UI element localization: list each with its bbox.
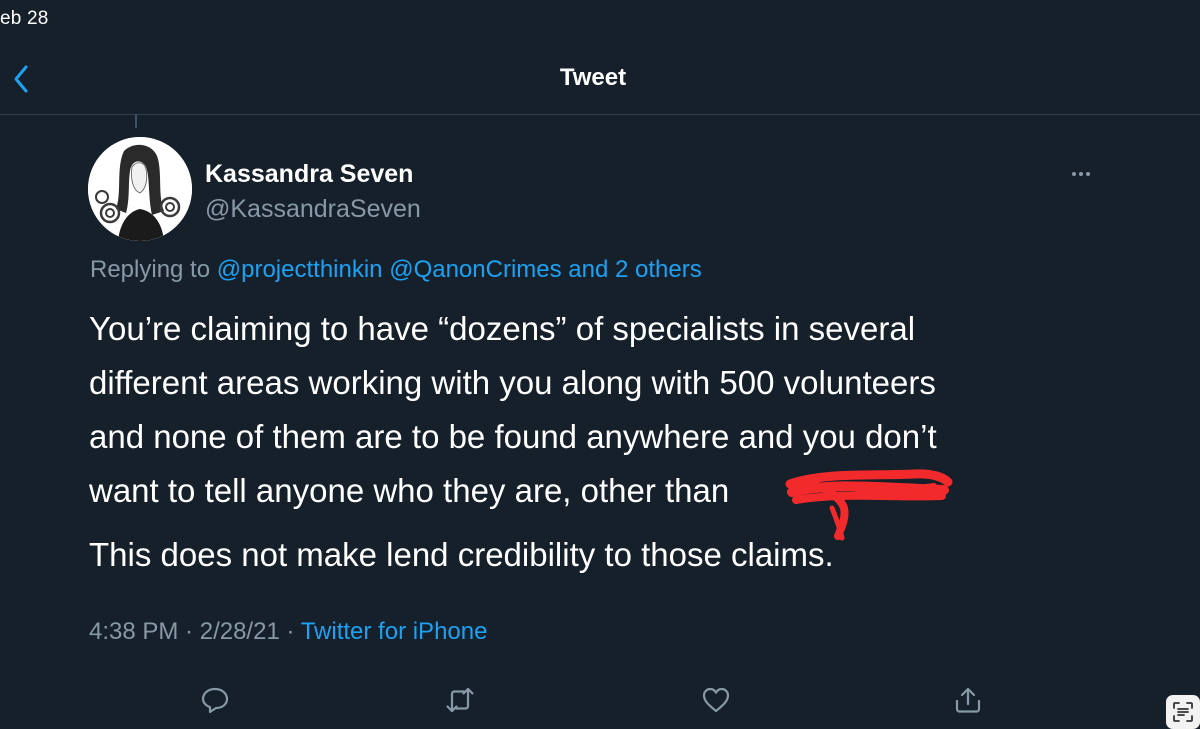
header-divider [0, 114, 1200, 115]
replying-to: Replying to @projectthinkin @QanonCrimes… [90, 256, 702, 284]
tweet-line: and none of them are to be found anywher… [89, 418, 937, 455]
tweet-actions [0, 676, 1200, 722]
tweet-source-link[interactable]: Twitter for iPhone [301, 618, 488, 645]
header: Tweet [0, 48, 1200, 114]
live-text-scan-button[interactable] [1166, 695, 1200, 729]
others-link[interactable]: 2 others [615, 256, 702, 283]
mention-link-2[interactable]: @QanonCrimes [389, 256, 561, 283]
illustrated-woman-avatar-icon [88, 137, 192, 241]
like-button[interactable] [696, 680, 736, 720]
meta-separator: · [279, 618, 301, 645]
dot [1079, 172, 1083, 176]
tweet-line: You’re claiming to have “dozens” of spec… [89, 310, 916, 347]
conjunction: and [561, 256, 616, 283]
tweet-meta: 4:38 PM · 2/28/21 · Twitter for iPhone [89, 618, 487, 646]
dot [1086, 172, 1090, 176]
status-bar-date: eb 28 [0, 8, 49, 29]
mention-link-1[interactable]: @projectthinkin [217, 256, 383, 283]
tweet-paragraph-2: This does not make lend credibility to t… [89, 536, 834, 573]
page-title: Tweet [559, 64, 627, 91]
tweet-line: different areas working with you along w… [89, 364, 936, 401]
avatar[interactable] [88, 137, 192, 241]
retweet-button[interactable] [440, 680, 480, 720]
thread-connector-line [135, 114, 137, 128]
reply-button[interactable] [195, 680, 235, 720]
author-name[interactable]: Kassandra Seven [205, 160, 413, 189]
tweet-time: 4:38 PM [89, 618, 179, 645]
share-icon [955, 687, 981, 713]
heart-icon [702, 687, 730, 713]
tweet-date: 2/28/21 [199, 618, 280, 645]
author-handle[interactable]: @KassandraSeven [205, 195, 421, 224]
meta-separator: · [178, 618, 200, 645]
dot [1072, 172, 1076, 176]
speech-bubble-icon [201, 687, 229, 714]
retweet-icon [446, 687, 474, 713]
text-scan-icon [1173, 702, 1193, 722]
tweet-detail-screen: eb 28 Tweet Kassandra Seven @KassandraSe… [0, 0, 1200, 729]
share-button[interactable] [948, 680, 988, 720]
more-options-button[interactable] [1064, 164, 1098, 184]
replying-to-label: Replying to [90, 256, 217, 283]
